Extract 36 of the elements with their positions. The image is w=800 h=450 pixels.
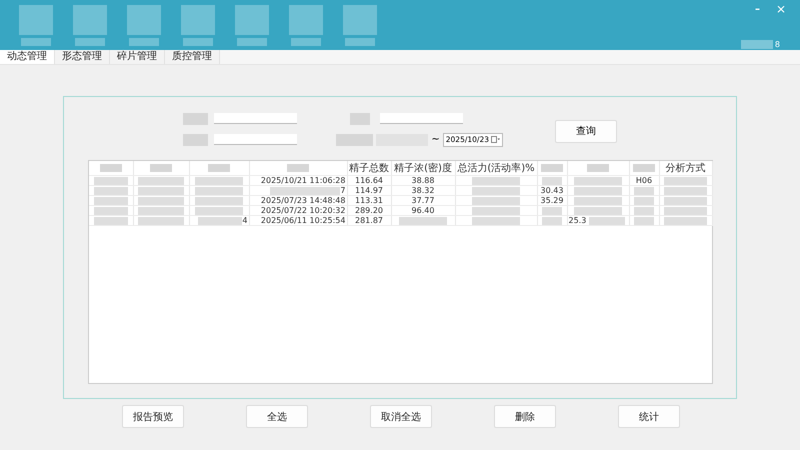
- table-cell: 2025/06/11 10:25:54: [260, 216, 346, 225]
- tab[interactable]: 动态管理: [0, 50, 55, 64]
- table-cell: 4: [242, 216, 248, 225]
- table-cell: 7: [340, 186, 346, 195]
- table-cell: 2025/10/21 11:06:28: [260, 176, 346, 185]
- input-field[interactable]: [214, 113, 297, 124]
- range-separator: ~: [431, 134, 440, 145]
- column-header: 总活力(活动率)%: [457, 163, 535, 174]
- calendar-icon: [491, 136, 500, 143]
- column-header: 精子浓(密)度: [394, 163, 452, 174]
- column-header: 分析方式: [666, 163, 706, 174]
- table-cell: 113.31: [355, 196, 383, 205]
- table-cell: 30.43: [540, 186, 564, 195]
- query-button[interactable]: 查询: [555, 120, 617, 142]
- table-cell: 25.3: [568, 216, 586, 225]
- table-cell: 35.29: [540, 196, 564, 205]
- table-cell: 2025/07/23 14:48:48: [260, 196, 346, 205]
- column-header: 精子总数: [349, 163, 389, 174]
- action-button[interactable]: 删除: [494, 405, 556, 428]
- table-cell: H06: [636, 176, 652, 185]
- table-cell: 289.20: [355, 206, 383, 215]
- table-cell: 37.77: [412, 196, 434, 205]
- action-button[interactable]: 取消全选: [370, 405, 432, 428]
- table-cell: 281.87: [355, 216, 383, 225]
- table-cell: 116.64: [355, 176, 383, 185]
- input-field[interactable]: [380, 113, 463, 124]
- user-label: 8: [774, 40, 780, 49]
- table-cell: 114.97: [355, 186, 383, 195]
- action-button[interactable]: 全选: [246, 405, 308, 428]
- table-cell: 38.88: [412, 176, 434, 185]
- action-button[interactable]: 报告预览: [122, 405, 184, 428]
- table-cell: 96.40: [412, 206, 434, 215]
- table-cell: 38.32: [412, 186, 434, 195]
- table-cell: 2025/07/22 10:20:32: [260, 206, 346, 215]
- action-button[interactable]: 统计: [618, 405, 680, 428]
- input-field[interactable]: [214, 134, 297, 145]
